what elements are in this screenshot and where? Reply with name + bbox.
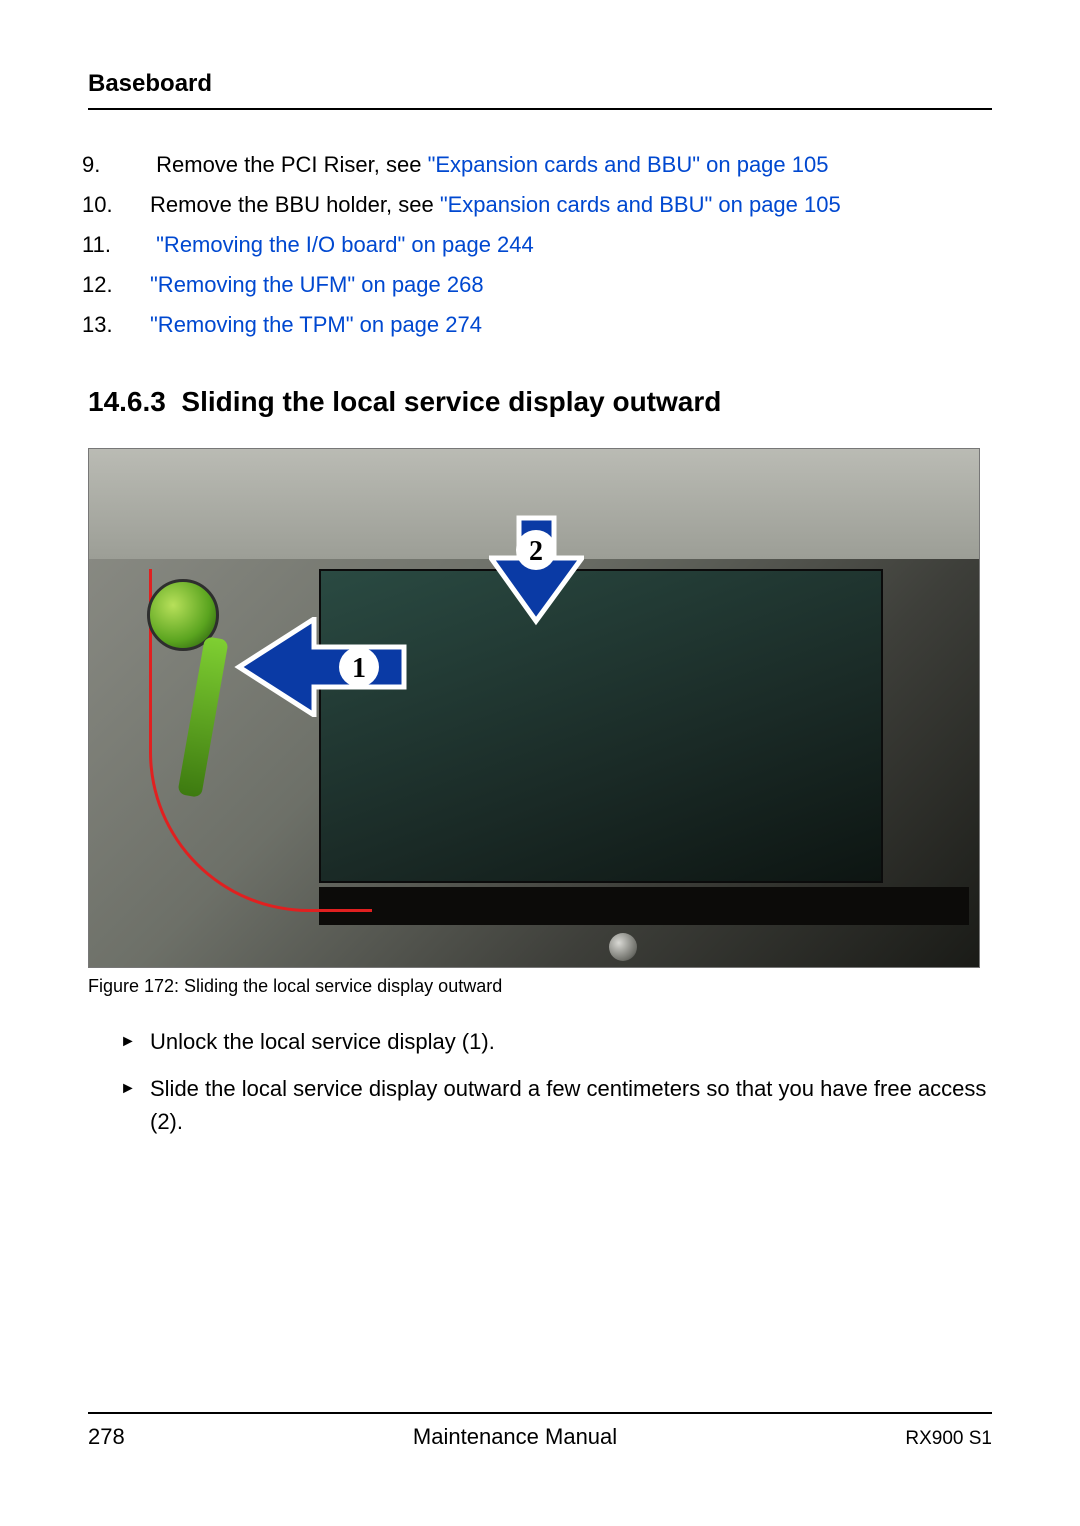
list-item-10: 10.Remove the BBU holder, see "Expansion… [88,188,992,222]
list-item-11: 11. "Removing the I/O board" on page 244 [88,228,992,262]
xref-link[interactable]: "Expansion cards and BBU" on page 105 [428,152,829,177]
callout-1: 1 [352,653,366,684]
page-footer: 278 Maintenance Manual RX900 S1 [88,1412,992,1450]
section-number: 14.6.3 [88,386,166,417]
step-list: Unlock the local service display (1). Sl… [88,1025,992,1138]
page-number: 278 [88,1424,125,1450]
xref-link[interactable]: "Expansion cards and BBU" on page 105 [440,192,841,217]
section-heading: 14.6.3 Sliding the local service display… [88,386,992,418]
footer-title: Maintenance Manual [413,1424,617,1450]
list-num: 12. [120,268,150,302]
list-item-13: 13."Removing the TPM" on page 274 [88,308,992,342]
footer-model: RX900 S1 [905,1428,992,1450]
list-text: Remove the PCI Riser, see [156,152,427,177]
callout-2: 2 [529,536,543,567]
arrow-left-icon: 1 [234,617,409,717]
figure-rivet [609,933,637,961]
figure-caption: Figure 172: Sliding the local service di… [88,976,992,997]
xref-link[interactable]: "Removing the UFM" on page 268 [150,272,484,297]
xref-link[interactable]: "Removing the I/O board" on page 244 [156,232,534,257]
list-text: Remove the BBU holder, see [150,192,440,217]
list-item-9: 9. Remove the PCI Riser, see "Expansion … [88,148,992,182]
arrow-down-icon: 2 [489,513,584,628]
list-num: 10. [120,188,150,222]
numbered-list: 9. Remove the PCI Riser, see "Expansion … [88,148,992,342]
figure-slot [319,887,969,925]
list-num: 13. [120,308,150,342]
xref-link[interactable]: "Removing the TPM" on page 274 [150,312,482,337]
list-num: 9. [120,148,150,182]
section-title: Sliding the local service display outwar… [181,386,721,417]
step-item: Unlock the local service display (1). [88,1025,992,1058]
page-header: Baseboard [88,70,992,110]
step-item: Slide the local service display outward … [88,1072,992,1138]
figure-image: 2 1 [88,448,980,968]
list-item-12: 12."Removing the UFM" on page 268 [88,268,992,302]
list-num: 11. [120,228,150,262]
